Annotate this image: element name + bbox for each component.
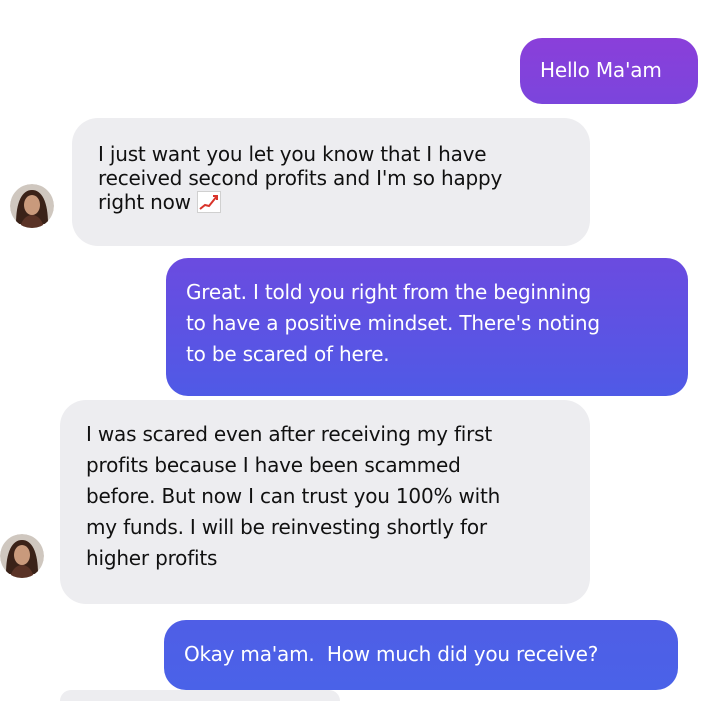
message-line: higher profits (86, 546, 218, 570)
message-text: Okay ma'am. How much did you receive? (184, 642, 599, 666)
message-line: to have a positive mindset. There's noti… (186, 311, 600, 335)
contact-avatar[interactable] (10, 184, 54, 228)
message-line: before. But now I can trust you 100% wit… (86, 484, 501, 508)
message-line-text: right now (98, 190, 191, 214)
message-line: profits because I have been scammed (86, 453, 461, 477)
chat-thread: Hello Ma'am I just want you let you know… (0, 0, 720, 701)
message-line: received second profits and I'm so happy (98, 166, 503, 190)
avatar-photo-icon (0, 534, 44, 578)
message-line: I was scared even after receiving my fir… (86, 422, 493, 446)
sent-message-bubble[interactable]: Okay ma'am. How much did you receive? (164, 620, 678, 690)
sent-message-bubble[interactable]: Great. I told you right from the beginni… (166, 258, 688, 396)
sent-message-bubble[interactable]: Hello Ma'am (520, 38, 698, 104)
message-text: Hello Ma'am (540, 58, 662, 82)
contact-avatar[interactable] (0, 534, 44, 578)
chart-increasing-icon (196, 191, 221, 213)
received-message-bubble[interactable]: I was scared even after receiving my fir… (60, 400, 590, 604)
avatar-photo-icon (10, 184, 54, 228)
message-line: Great. I told you right from the beginni… (186, 280, 592, 304)
message-line: right now (98, 190, 590, 214)
received-message-bubble-partial (60, 690, 340, 701)
message-line: to be scared of here. (186, 342, 390, 366)
message-line: I just want you let you know that I have (98, 142, 487, 166)
received-message-bubble[interactable]: I just want you let you know that I have… (72, 118, 590, 246)
message-line: my funds. I will be reinvesting shortly … (86, 515, 487, 539)
